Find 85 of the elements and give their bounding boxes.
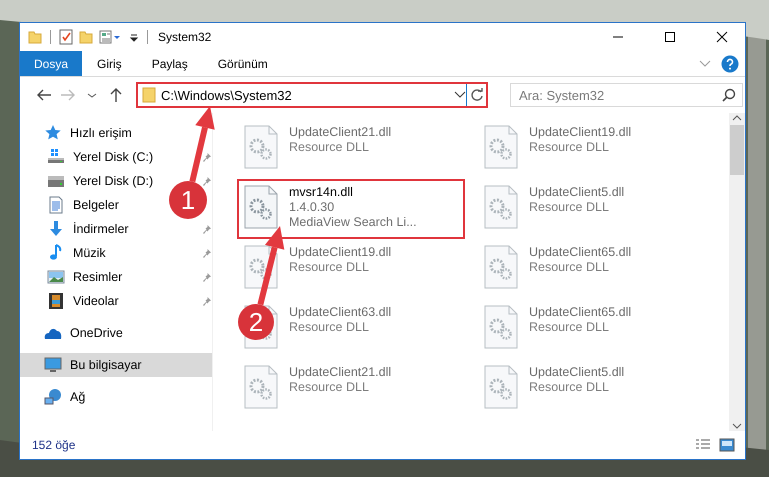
file-detail: Resource DLL — [529, 140, 610, 155]
file-detail: Resource DLL — [529, 320, 610, 335]
dll-file-icon — [243, 364, 279, 410]
item-count: 152 öğe — [32, 438, 76, 452]
drive-icon — [47, 148, 65, 166]
sidebar-item[interactable]: Bu bilgisayar — [20, 353, 212, 377]
network-globe-icon — [44, 388, 62, 406]
ribbon-tab[interactable]: Paylaş — [136, 51, 203, 76]
file-name: UpdateClient65.dll — [529, 245, 632, 260]
dropdown-caret-icon[interactable] — [454, 91, 466, 99]
scrollbar[interactable] — [729, 113, 745, 431]
file-name: UpdateClient5.dll — [529, 365, 624, 380]
file-detail: Resource DLL — [529, 260, 610, 275]
address-field[interactable]: C:\Windows\System32 — [136, 82, 488, 108]
file-detail: Resource DLL — [289, 260, 370, 275]
pin-icon[interactable] — [203, 272, 211, 282]
file-tile[interactable]: mvsr14n.dll 1.4.0.30 MediaView Search Li... — [237, 179, 465, 239]
search-field[interactable]: Ara: System32 — [510, 83, 743, 107]
star-icon — [44, 124, 62, 142]
sidebar-item[interactable]: Ağ — [20, 385, 212, 409]
sidebar-item[interactable]: İndirmeler — [20, 217, 129, 241]
pin-icon[interactable] — [203, 176, 211, 186]
large-icons-view-icon[interactable] — [719, 438, 735, 452]
dll-file-icon — [243, 184, 279, 230]
sidebar-item[interactable]: Hızlı erişim — [20, 121, 212, 145]
sidebar-item[interactable]: Yerel Disk (D:) — [20, 169, 154, 193]
sidebar-item[interactable]: Yerel Disk (C:) — [20, 145, 154, 169]
customize-view-icon[interactable] — [99, 30, 123, 44]
callout-number: 1 — [180, 185, 196, 215]
sidebar-item[interactable]: OneDrive — [20, 321, 212, 345]
file-name: UpdateClient5.dll — [529, 185, 624, 200]
file-name: UpdateClient19.dll — [289, 245, 392, 260]
back-arrow-icon[interactable] — [36, 87, 52, 103]
film-icon — [47, 292, 65, 310]
callout-badge — [238, 304, 274, 340]
dll-file-icon — [483, 184, 519, 230]
close-icon — [716, 31, 728, 43]
folder-icon — [142, 87, 156, 103]
file-detail: Resource DLL — [289, 380, 370, 395]
file-detail: Resource DLL — [289, 320, 370, 335]
dll-file-icon — [483, 364, 519, 410]
file-name: UpdateClient19.dll — [529, 125, 632, 140]
picture-icon — [47, 268, 65, 286]
dll-file-icon — [483, 304, 519, 350]
file-name: UpdateClient21.dll — [289, 125, 392, 140]
file-detail: MediaView Search Li... — [289, 215, 417, 230]
up-arrow-icon[interactable] — [108, 87, 124, 103]
dll-file-icon — [483, 244, 519, 290]
download-arrow-icon — [47, 220, 65, 238]
properties-check-icon[interactable] — [59, 29, 73, 45]
expand-caret-icon[interactable] — [699, 60, 711, 68]
dll-file-icon — [483, 124, 519, 170]
callout-number: 2 — [248, 307, 264, 337]
file-detail: Resource DLL — [529, 380, 610, 395]
pin-icon[interactable] — [203, 224, 211, 234]
pin-icon[interactable] — [203, 248, 211, 258]
file-name: UpdateClient21.dll — [289, 365, 392, 380]
ribbon-tab[interactable]: Giriş — [82, 51, 137, 76]
pin-icon[interactable] — [203, 296, 211, 306]
window-title: System32 — [158, 30, 212, 44]
monitor-icon — [44, 356, 62, 374]
file-name: UpdateClient65.dll — [529, 305, 632, 320]
scroll-thumb[interactable] — [730, 125, 744, 175]
dll-file-icon — [243, 124, 279, 170]
file-detail: 1.4.0.30 — [289, 200, 336, 215]
ribbon-tab[interactable]: Görünüm — [202, 51, 283, 76]
scroll-up-icon[interactable] — [732, 113, 742, 123]
file-name: UpdateClient63.dll — [289, 305, 392, 320]
sidebar-item[interactable]: Resimler — [20, 265, 122, 289]
file-detail: Resource DLL — [289, 140, 370, 155]
dropdown-arrow-icon[interactable] — [129, 32, 139, 42]
sidebar-item[interactable]: Videolar — [20, 289, 119, 313]
help-icon[interactable] — [721, 54, 739, 72]
pin-icon[interactable] — [203, 152, 211, 162]
document-icon — [47, 196, 65, 214]
scroll-down-icon[interactable] — [732, 421, 742, 431]
file-detail: Resource DLL — [529, 200, 610, 215]
ribbon-tab[interactable]: Dosya — [20, 51, 82, 76]
search-icon[interactable] — [722, 88, 736, 102]
sidebar-item[interactable]: Belgeler — [20, 193, 119, 217]
refresh-icon[interactable] — [470, 88, 484, 102]
sidebar-item[interactable]: Müzik — [20, 241, 106, 265]
maximize-icon — [664, 31, 676, 43]
callout-badge — [169, 181, 207, 219]
file-name: mvsr14n.dll — [289, 185, 354, 200]
